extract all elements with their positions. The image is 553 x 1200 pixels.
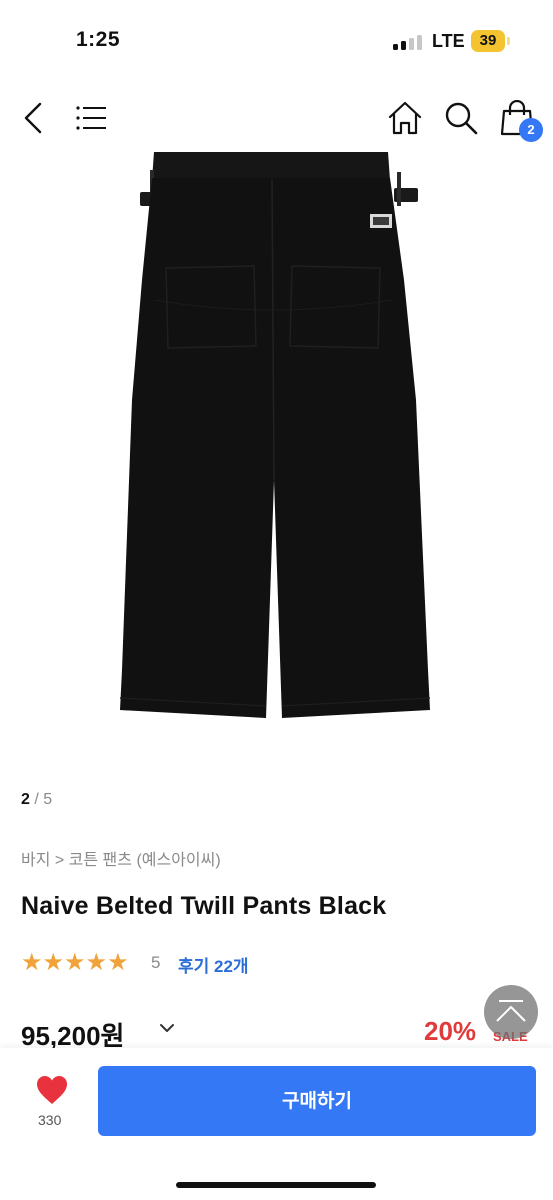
- star-rating-icons: ★★★★★: [21, 949, 129, 976]
- breadcrumb[interactable]: 바지 > 코튼 팬츠 (예스아이씨): [21, 846, 221, 870]
- discount-percent: 20%: [424, 1016, 477, 1046]
- cart-count-badge: 2: [519, 118, 543, 142]
- product-image[interactable]: [114, 150, 434, 730]
- back-chevron-icon[interactable]: [16, 100, 52, 136]
- rating-value: 5: [151, 953, 161, 972]
- buy-button[interactable]: 구매하기: [98, 1066, 536, 1136]
- rating-stars: ★★★★★: [21, 951, 130, 975]
- heart-icon[interactable]: [35, 1074, 69, 1106]
- product-title: Naive Belted Twill Pants Black: [21, 892, 387, 920]
- pager-current: 2: [21, 791, 30, 808]
- network-type: LTE: [432, 31, 465, 51]
- scroll-top-button[interactable]: [484, 985, 538, 1039]
- status-time: 1:25: [76, 28, 121, 51]
- signal-strength-icon: [393, 34, 423, 50]
- battery-level: 39: [471, 30, 505, 52]
- search-icon[interactable]: [443, 100, 479, 136]
- home-icon[interactable]: [387, 100, 423, 136]
- chevron-down-icon[interactable]: [159, 1022, 175, 1034]
- pager-separator: /: [29, 791, 44, 808]
- pager-total: 5: [43, 791, 53, 808]
- battery-tip: [507, 37, 510, 45]
- home-indicator: [176, 1182, 376, 1188]
- image-pager: 2 / 5: [21, 791, 52, 809]
- arrow-up-icon: [496, 1000, 526, 1022]
- reviews-link[interactable]: 후기 22개: [178, 952, 249, 977]
- hamburger-menu-icon[interactable]: [74, 100, 110, 136]
- like-count: 330: [38, 1112, 62, 1128]
